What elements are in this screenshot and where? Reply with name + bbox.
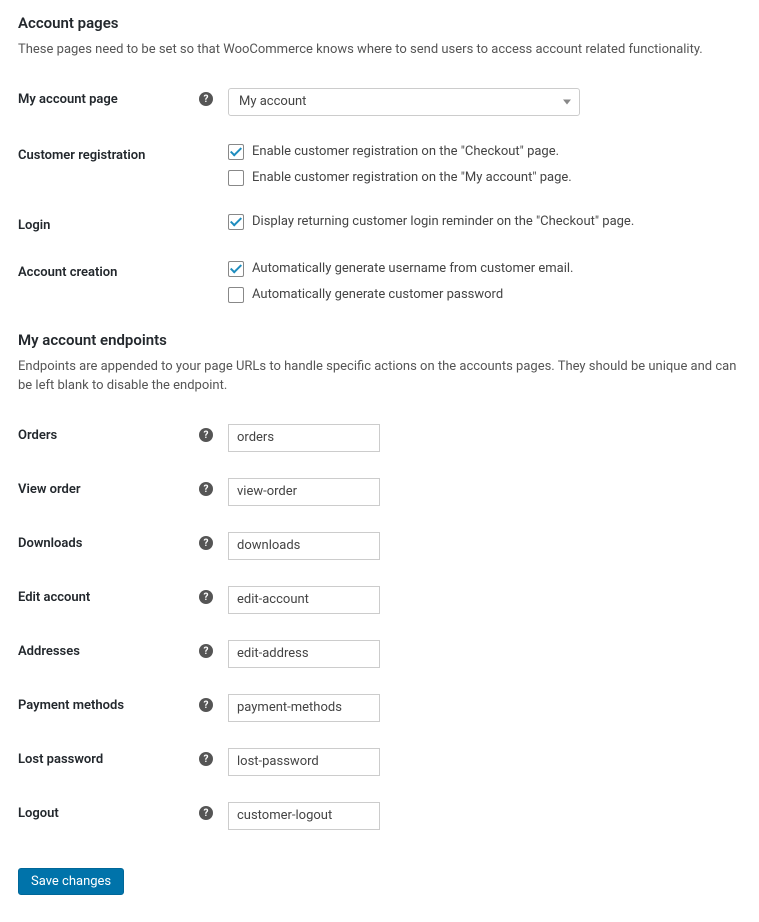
control-col <box>213 802 741 830</box>
row-logout: Logout ? <box>18 802 741 830</box>
checkbox-row: Display returning customer login reminde… <box>228 214 741 230</box>
checkbox-label[interactable]: Display returning customer login reminde… <box>252 214 634 229</box>
label-orders: Orders <box>18 428 191 443</box>
label-login: Login <box>18 218 213 233</box>
label-col: Lost password ? <box>18 748 213 767</box>
section-desc-account-pages: These pages need to be set so that WooCo… <box>18 40 741 60</box>
chevron-down-icon <box>563 99 571 104</box>
checkbox-label[interactable]: Automatically generate customer password <box>252 287 503 302</box>
help-icon[interactable]: ? <box>199 752 213 766</box>
checkbox-auto-password[interactable] <box>228 287 244 303</box>
row-account-creation: Account creation Automatically generate … <box>18 261 741 303</box>
control-col: Display returning customer login reminde… <box>213 214 741 230</box>
control-col <box>213 586 741 614</box>
checkbox-label[interactable]: Automatically generate username from cus… <box>252 261 573 276</box>
label-payment-methods: Payment methods <box>18 698 191 713</box>
row-orders: Orders ? <box>18 424 741 452</box>
help-icon[interactable]: ? <box>199 590 213 604</box>
row-payment-methods: Payment methods ? <box>18 694 741 722</box>
view-order-input[interactable] <box>228 478 380 506</box>
checkbox-row: Enable customer registration on the "My … <box>228 170 741 186</box>
label-col: Account creation <box>18 261 213 280</box>
row-view-order: View order ? <box>18 478 741 506</box>
my-account-page-select[interactable]: My account <box>228 88 580 116</box>
payment-methods-input[interactable] <box>228 694 380 722</box>
select-value: My account <box>239 94 306 109</box>
label-col: Downloads ? <box>18 532 213 551</box>
row-addresses: Addresses ? <box>18 640 741 668</box>
addresses-input[interactable] <box>228 640 380 668</box>
section-desc-endpoints: Endpoints are appended to your page URLs… <box>18 357 741 396</box>
row-my-account-page: My account page ? My account <box>18 88 741 116</box>
row-edit-account: Edit account ? <box>18 586 741 614</box>
label-customer-registration: Customer registration <box>18 148 213 163</box>
label-col: Login <box>18 214 213 233</box>
lost-password-input[interactable] <box>228 748 380 776</box>
control-col: My account <box>213 88 741 116</box>
downloads-input[interactable] <box>228 532 380 560</box>
section-heading-account-pages: Account pages <box>18 14 741 32</box>
label-col: My account page ? <box>18 88 213 107</box>
control-col <box>213 748 741 776</box>
control-col <box>213 532 741 560</box>
label-logout: Logout <box>18 806 191 821</box>
control-col <box>213 640 741 668</box>
checkbox-row: Automatically generate username from cus… <box>228 261 741 277</box>
label-col: Orders ? <box>18 424 213 443</box>
section-heading-endpoints: My account endpoints <box>18 331 741 349</box>
control-col <box>213 478 741 506</box>
control-col: Automatically generate username from cus… <box>213 261 741 303</box>
help-icon[interactable]: ? <box>199 482 213 496</box>
label-col: Customer registration <box>18 144 213 163</box>
checkbox-login-reminder[interactable] <box>228 214 244 230</box>
label-col: Edit account ? <box>18 586 213 605</box>
help-icon[interactable]: ? <box>199 644 213 658</box>
logout-input[interactable] <box>228 802 380 830</box>
help-icon[interactable]: ? <box>199 536 213 550</box>
help-icon[interactable]: ? <box>199 806 213 820</box>
label-col: View order ? <box>18 478 213 497</box>
checkbox-label[interactable]: Enable customer registration on the "My … <box>252 170 572 185</box>
row-customer-registration: Customer registration Enable customer re… <box>18 144 741 186</box>
checkbox-auto-username[interactable] <box>228 261 244 277</box>
help-icon[interactable]: ? <box>199 698 213 712</box>
label-downloads: Downloads <box>18 536 191 551</box>
label-lost-password: Lost password <box>18 752 191 767</box>
label-view-order: View order <box>18 482 191 497</box>
help-icon[interactable]: ? <box>199 92 213 106</box>
label-col: Logout ? <box>18 802 213 821</box>
label-col: Payment methods ? <box>18 694 213 713</box>
checkbox-row: Enable customer registration on the "Che… <box>228 144 741 160</box>
label-my-account-page: My account page <box>18 92 191 107</box>
checkbox-label[interactable]: Enable customer registration on the "Che… <box>252 144 559 159</box>
help-icon[interactable]: ? <box>199 428 213 442</box>
checkbox-registration-myaccount[interactable] <box>228 170 244 186</box>
save-changes-button[interactable]: Save changes <box>18 868 124 895</box>
label-account-creation: Account creation <box>18 265 213 280</box>
row-lost-password: Lost password ? <box>18 748 741 776</box>
control-col <box>213 694 741 722</box>
control-col: Enable customer registration on the "Che… <box>213 144 741 186</box>
row-downloads: Downloads ? <box>18 532 741 560</box>
label-addresses: Addresses <box>18 644 191 659</box>
label-col: Addresses ? <box>18 640 213 659</box>
row-login: Login Display returning customer login r… <box>18 214 741 233</box>
label-edit-account: Edit account <box>18 590 191 605</box>
control-col <box>213 424 741 452</box>
orders-input[interactable] <box>228 424 380 452</box>
edit-account-input[interactable] <box>228 586 380 614</box>
checkbox-row: Automatically generate customer password <box>228 287 741 303</box>
checkbox-registration-checkout[interactable] <box>228 144 244 160</box>
